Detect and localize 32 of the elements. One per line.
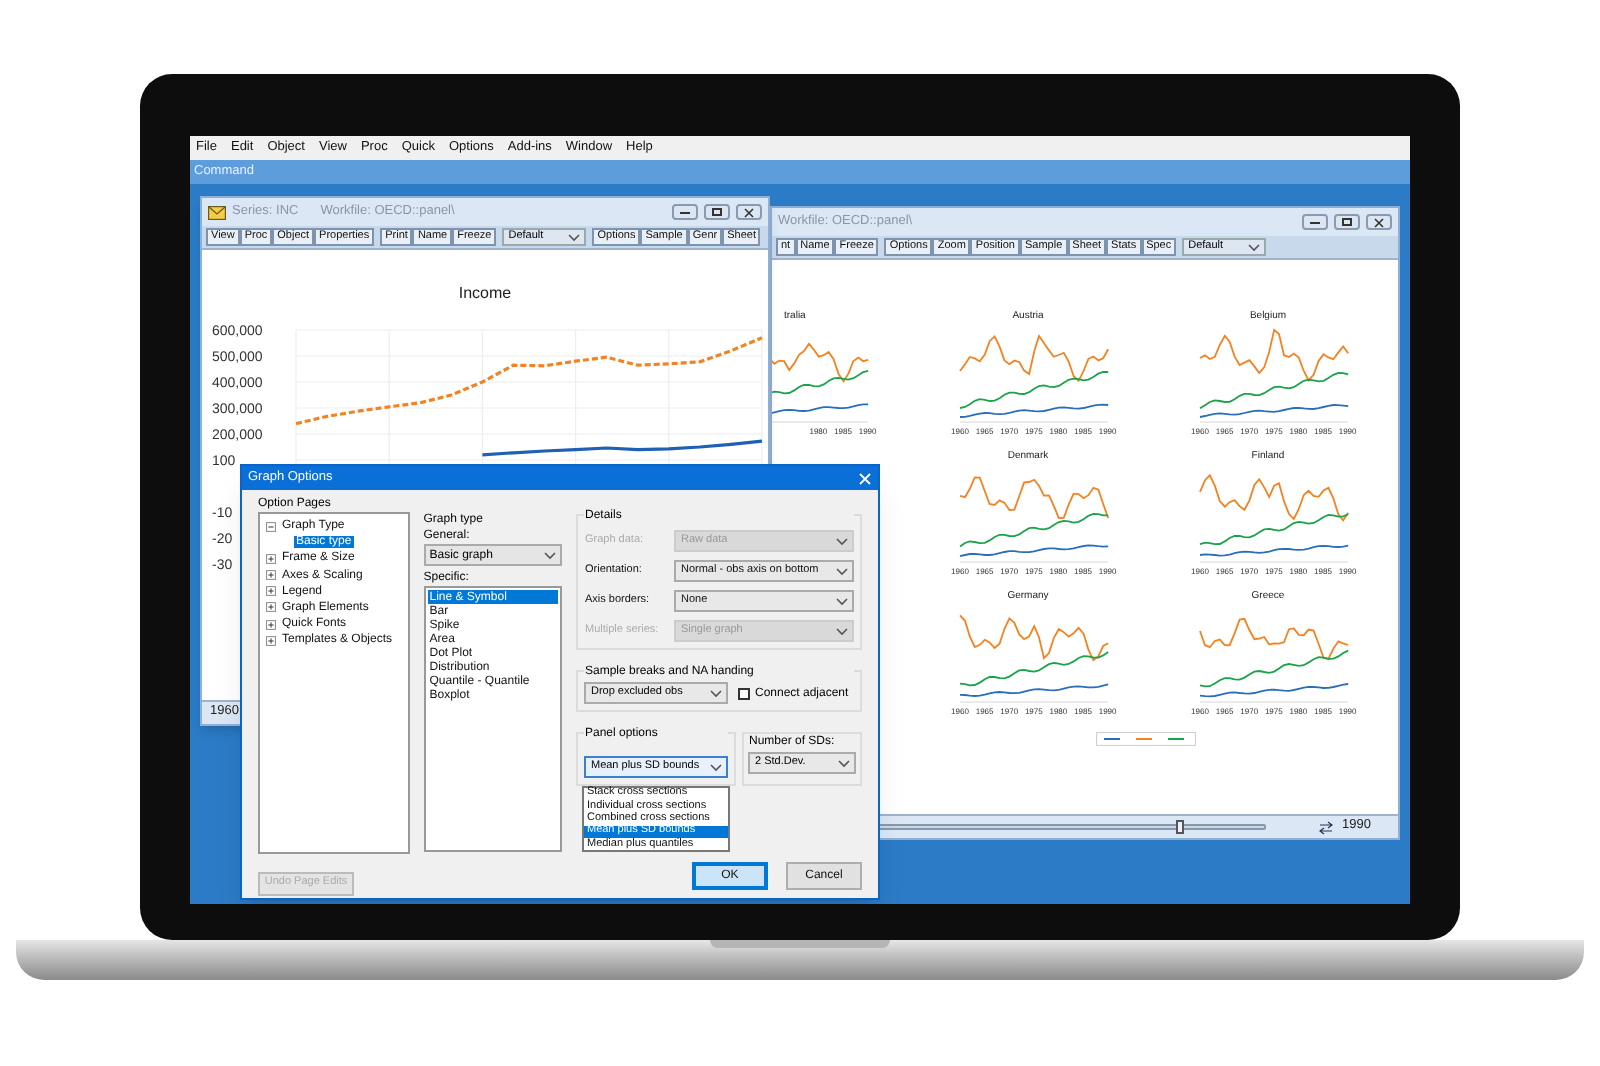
expand-icon[interactable] (266, 570, 276, 581)
envelope-icon (208, 205, 226, 219)
caret-icon (835, 537, 848, 545)
caret-icon (1248, 243, 1261, 251)
expand-icon[interactable] (266, 586, 276, 597)
expand-icon[interactable] (266, 635, 276, 646)
expand-icon[interactable] (266, 602, 276, 613)
maximize-button[interactable] (1334, 214, 1360, 230)
close-button[interactable] (736, 204, 762, 220)
minimize-button[interactable] (1302, 214, 1328, 230)
close-icon (744, 207, 754, 217)
caret-icon (710, 763, 723, 771)
expand-icon[interactable] (266, 619, 276, 630)
legend-drawing (1095, 732, 1195, 746)
chart-title: Income (458, 286, 512, 302)
caret-icon (568, 233, 581, 241)
caret-icon (835, 597, 848, 605)
maximize-button[interactable] (704, 204, 730, 220)
caret-icon (835, 567, 848, 575)
close-icon (1374, 217, 1384, 227)
caret-icon (837, 759, 850, 767)
checkbox[interactable] (738, 687, 751, 699)
caret-icon (835, 627, 848, 635)
close-icon[interactable] (858, 471, 872, 485)
caret-icon (710, 689, 723, 697)
swap-arrows-icon[interactable] (1318, 819, 1334, 835)
expand-icon[interactable] (266, 553, 276, 564)
collapse-icon[interactable] (266, 521, 276, 531)
slider-thumb[interactable] (1176, 820, 1185, 834)
close-button[interactable] (1366, 214, 1392, 230)
caret-icon (544, 551, 557, 559)
minimize-button[interactable] (672, 204, 698, 220)
